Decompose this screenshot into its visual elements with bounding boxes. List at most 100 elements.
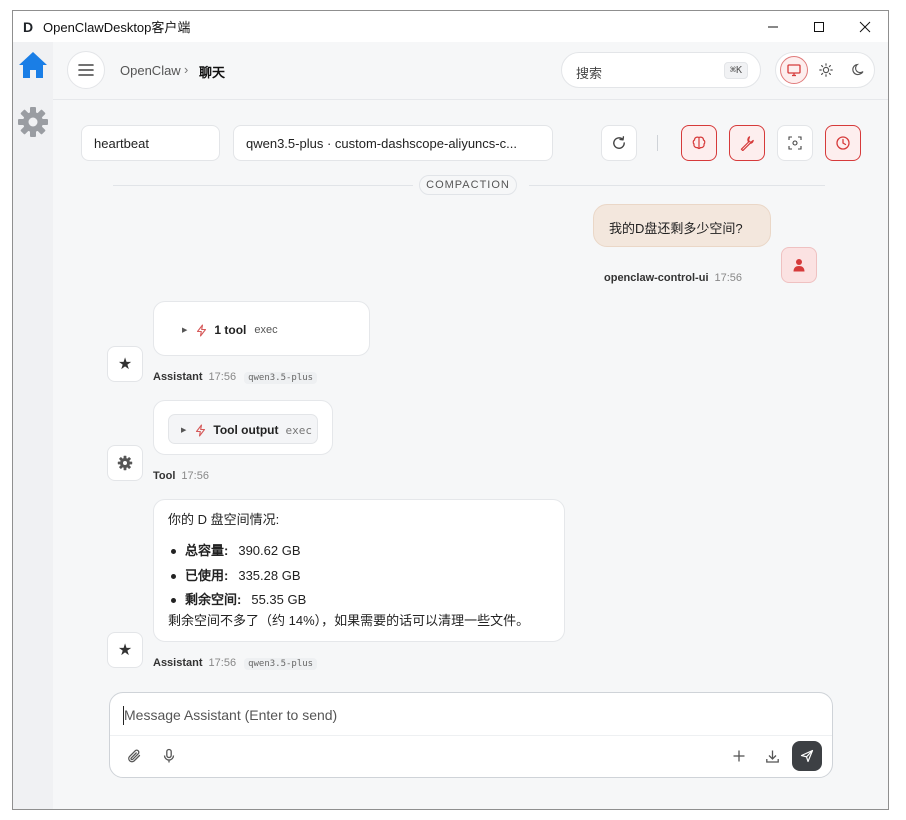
expand-caret-icon: ▶: [182, 327, 188, 334]
message-time: 17:56: [208, 371, 237, 383]
theme-dark-button[interactable]: [844, 56, 872, 84]
monitor-icon: [787, 64, 801, 77]
tool-call-toggle[interactable]: ▶ 1 tool exec: [182, 323, 278, 337]
breadcrumb-separator: ›: [184, 62, 189, 77]
thinking-toggle-button[interactable]: [681, 125, 717, 161]
new-chat-button[interactable]: [725, 742, 753, 770]
paperclip-icon: [128, 749, 141, 763]
send-button[interactable]: [792, 741, 822, 771]
session-select[interactable]: heartbeat: [81, 125, 220, 161]
assistant-avatar: ★: [107, 632, 143, 668]
lightning-icon: [197, 323, 207, 337]
tool-output-toggle[interactable]: ▶ Tool output exec: [168, 414, 318, 444]
compaction-divider-label: COMPACTION: [419, 175, 517, 195]
tools-toggle-button[interactable]: [729, 125, 765, 161]
focus-icon: [788, 136, 802, 150]
breadcrumb-root[interactable]: OpenClaw: [120, 63, 181, 78]
gear-icon: [18, 107, 48, 137]
list-item: 已使用: 335.28 GB: [168, 566, 306, 591]
tool-output-row: ▶ Tool output exec: [181, 423, 312, 437]
assistant-tool-call-card: ▶ 1 tool exec: [153, 301, 370, 356]
close-button[interactable]: [842, 11, 888, 42]
hamburger-icon: [78, 64, 94, 76]
menu-button[interactable]: [67, 51, 105, 89]
sun-icon: [819, 63, 833, 77]
item-value: 335.28 GB: [238, 567, 301, 583]
text-caret: [123, 706, 124, 725]
message-sender: Tool: [153, 470, 176, 482]
tool-name: exec: [285, 423, 312, 437]
theme-light-button[interactable]: [812, 56, 840, 84]
brain-icon: [692, 136, 706, 150]
top-header: OpenClaw › 聊天 搜索 ⌘K: [53, 42, 888, 100]
message-time: 17:56: [208, 657, 237, 669]
star-icon: ★: [117, 356, 133, 373]
tool-name: exec: [254, 324, 278, 336]
message-sender: Assistant: [153, 657, 203, 669]
message-time: 17:56: [714, 272, 743, 284]
model-badge: qwen3.5-plus: [244, 372, 318, 384]
main-area: OpenClaw › 聊天 搜索 ⌘K heartbeat qwen3.5-pl…: [53, 42, 888, 809]
model-badge: qwen3.5-plus: [244, 658, 318, 670]
tool-count: 1 tool: [214, 323, 247, 337]
moon-icon: [852, 63, 864, 76]
title-bar: D OpenClawDesktop客户端: [13, 11, 888, 42]
attach-button[interactable]: [120, 742, 148, 770]
theme-system-button[interactable]: [780, 56, 808, 84]
maximize-icon: [814, 21, 824, 32]
lightning-icon: [196, 423, 206, 437]
chat-toolbar: heartbeat qwen3.5-plus · custom-dashscop…: [53, 100, 888, 172]
microphone-icon: [163, 748, 175, 763]
item-label: 总容量:: [185, 543, 229, 558]
history-button[interactable]: [825, 125, 861, 161]
user-message-bubble: 我的D盘还剩多少空间?: [593, 204, 771, 247]
focus-mode-button[interactable]: [777, 125, 813, 161]
breadcrumb-current-page: 聊天: [199, 65, 226, 80]
answer-outro: 剩余空间不多了（约 14%），如果需要的话可以清理一些文件。: [168, 613, 530, 628]
rail-item-home[interactable]: [17, 49, 49, 81]
voice-input-button[interactable]: [155, 742, 183, 770]
tool-message-meta: Tool 17:56: [153, 470, 209, 482]
home-icon: [19, 52, 47, 78]
user-icon: [793, 259, 805, 272]
export-button[interactable]: [758, 742, 786, 770]
message-input[interactable]: [124, 707, 814, 723]
maximize-button[interactable]: [796, 11, 842, 42]
app-logo-icon: D: [22, 18, 34, 35]
expand-caret-icon: ▶: [181, 427, 187, 434]
item-label: 剩余空间:: [185, 592, 242, 607]
user-message-meta: openclaw-control-ui 17:56: [604, 272, 742, 284]
list-item: 总容量: 390.62 GB: [168, 541, 306, 566]
close-icon: [859, 21, 871, 32]
assistant-message-meta: Assistant 17:56 qwen3.5-plus: [153, 657, 318, 670]
answer-list: 总容量: 390.62 GB 已使用: 335.28 GB 剩余空间: 55.35 G…: [168, 541, 306, 615]
compaction-divider-line-right: [529, 185, 825, 186]
search-placeholder: 搜索: [576, 66, 603, 81]
message-time: 17:56: [181, 470, 209, 482]
item-value: 390.62 GB: [238, 543, 301, 558]
composer-divider: [110, 735, 832, 736]
answer-intro: 你的 D 盘空间情况:: [168, 512, 280, 527]
message-sender: openclaw-control-ui: [604, 272, 709, 284]
minimize-button[interactable]: [750, 11, 796, 42]
assistant-avatar: ★: [107, 346, 143, 382]
assistant-message-meta: Assistant 17:56 qwen3.5-plus: [153, 371, 318, 384]
message-composer: [109, 692, 833, 778]
star-icon: ★: [117, 642, 133, 659]
rail-item-settings[interactable]: [17, 106, 49, 138]
compaction-divider-line-left: [113, 185, 413, 186]
search-box[interactable]: 搜索 ⌘K: [561, 52, 761, 88]
tool-output-label: Tool output: [213, 423, 279, 437]
tool-avatar: [107, 445, 143, 481]
message-sender: Assistant: [153, 371, 203, 383]
refresh-button[interactable]: [601, 125, 637, 161]
window-title: OpenClawDesktop客户端: [43, 20, 191, 35]
theme-switcher: [775, 52, 875, 88]
refresh-icon: [613, 136, 625, 149]
item-label: 已使用:: [185, 567, 229, 583]
user-avatar: [781, 247, 817, 283]
clock-icon: [836, 136, 850, 150]
minimize-icon: [768, 26, 778, 27]
send-icon: [800, 749, 814, 763]
model-select[interactable]: qwen3.5-plus · custom-dashscope-aliyuncs…: [233, 125, 553, 161]
